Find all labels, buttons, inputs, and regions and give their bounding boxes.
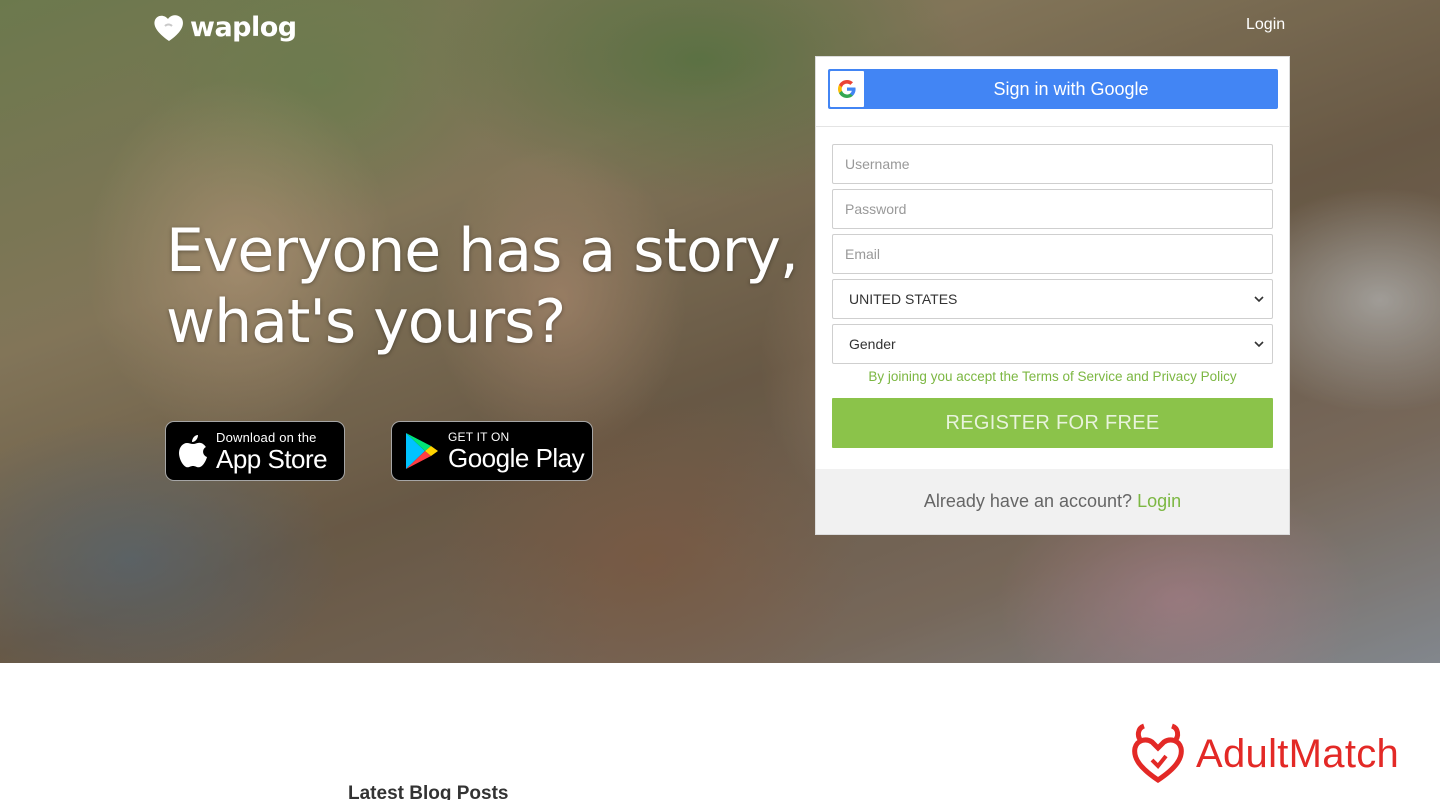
adultmatch-brand: AdultMatch xyxy=(1196,731,1400,776)
heart-logo-icon xyxy=(154,14,183,41)
username-input[interactable]: Username xyxy=(832,144,1273,184)
google-play-button[interactable]: GET IT ON Google Play xyxy=(391,421,593,481)
hero-headline: Everyone has a story, what's yours? xyxy=(166,216,806,358)
chevron-down-icon xyxy=(1254,296,1264,303)
email-input[interactable]: Email xyxy=(832,234,1273,274)
password-input[interactable]: Password xyxy=(832,189,1273,229)
terms-link[interactable]: By joining you accept the Terms of Servi… xyxy=(832,369,1273,384)
google-g-icon xyxy=(838,80,856,98)
already-account-text: Already have an account? xyxy=(923,491,1133,511)
waplog-logo[interactable]: waplog xyxy=(152,12,297,43)
hero-banner: waplog Login Everyone has a story, what'… xyxy=(0,0,1440,663)
logo-text: waplog xyxy=(190,12,297,43)
app-store-big-text: App Store xyxy=(216,443,328,474)
panel-footer: Already have an account? Login xyxy=(816,469,1289,534)
google-signin-button[interactable]: Sign in with Google xyxy=(828,69,1278,109)
google-play-small-text: GET IT ON xyxy=(448,430,510,444)
devil-heart-icon xyxy=(1132,723,1184,784)
blog-section-title: Latest Blog Posts xyxy=(348,783,509,800)
chevron-down-icon xyxy=(1254,341,1264,348)
register-panel: Sign in with Google Username Password Em… xyxy=(815,56,1290,535)
google-icon-box xyxy=(830,71,864,107)
headline-line-1: Everyone has a story, xyxy=(166,216,799,286)
country-select[interactable]: UNITED STATES xyxy=(832,279,1273,319)
country-select-value: UNITED STATES xyxy=(849,291,958,307)
google-play-big-text: Google Play xyxy=(448,443,585,473)
footer-login-link[interactable]: Login xyxy=(1137,491,1181,511)
adultmatch-ad[interactable]: AdultMatch xyxy=(1130,722,1399,786)
app-store-button[interactable]: Download on the App Store xyxy=(165,421,345,481)
apple-icon xyxy=(179,435,207,468)
app-store-small-text: Download on the xyxy=(216,429,317,445)
google-signin-label: Sign in with Google xyxy=(993,79,1149,99)
gender-select[interactable]: Gender xyxy=(832,324,1273,364)
headline-line-2: what's yours? xyxy=(166,287,566,357)
register-button[interactable]: REGISTER FOR FREE xyxy=(832,398,1273,448)
header-login-link[interactable]: Login xyxy=(1246,16,1285,34)
gender-select-value: Gender xyxy=(849,336,896,352)
panel-divider xyxy=(816,126,1289,127)
google-play-icon xyxy=(406,433,438,469)
